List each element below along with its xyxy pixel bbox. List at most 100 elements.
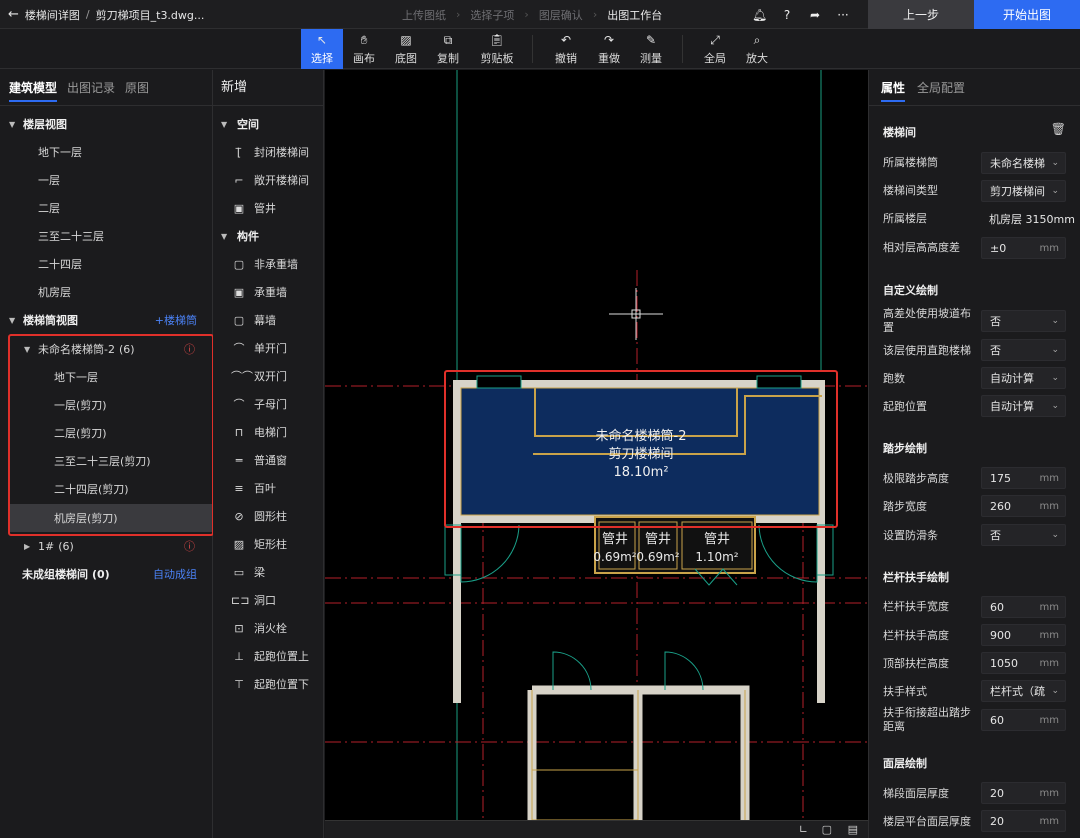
tab-properties[interactable]: 属性 xyxy=(881,79,906,102)
height-diff-input[interactable]: ±0 mm xyxy=(981,237,1066,259)
new-component[interactable]: ⊘ 圆形柱 xyxy=(213,502,324,530)
tool-select[interactable]: ↖ 选择 xyxy=(301,29,343,69)
tool-redo[interactable]: ↷ 重做 xyxy=(588,29,630,69)
caret-down-icon: ▼ xyxy=(24,344,31,354)
ungrouped-header[interactable]: 未成组楼梯间 (0) 自动成组 xyxy=(0,560,213,588)
step-select-item[interactable]: 选择子项 xyxy=(470,7,514,23)
tab-global-config[interactable]: 全局配置 xyxy=(917,79,965,96)
tab-building-model[interactable]: 建筑模型 xyxy=(9,79,58,102)
step-workbench[interactable]: 出图工作台 xyxy=(607,7,662,23)
anti-slip-select[interactable]: 否 ⌄ xyxy=(981,524,1066,546)
step-upload[interactable]: 上传图纸 xyxy=(402,7,446,23)
rail-height-input[interactable]: 900 mm xyxy=(981,624,1066,646)
tool-label: 撤销 xyxy=(555,51,577,65)
floor-item[interactable]: 二十四层 xyxy=(0,250,213,278)
top-rail-height-input[interactable]: 1050 mm xyxy=(981,652,1066,674)
item-label: 普通窗 xyxy=(254,454,287,467)
tool-undo[interactable]: ↶ 撤销 xyxy=(545,29,587,69)
tool-label: 测量 xyxy=(640,51,662,65)
stair-floor-item[interactable]: 二十四层(剪刀) xyxy=(0,475,213,503)
more-icon[interactable]: ··· xyxy=(836,8,850,22)
tab-output-records[interactable]: 出图记录 xyxy=(67,79,115,96)
new-component[interactable]: ▣ 承重墙 xyxy=(213,278,324,306)
floor-item[interactable]: 二层 xyxy=(0,194,213,222)
toolbar-divider xyxy=(532,35,533,63)
trash-icon[interactable]: 🗑︎ xyxy=(1051,122,1066,136)
floor-item[interactable]: 机房层 xyxy=(0,278,213,306)
stair-area-label: 18.10m² xyxy=(613,465,668,480)
stair-group-select[interactable]: 未命名楼梯 ⌄ xyxy=(981,152,1066,174)
stair-group-item[interactable]: ▼ 未命名楼梯筒-2 (6) ⓘ xyxy=(0,335,213,363)
component-header[interactable]: ▼ 构件 xyxy=(213,222,324,250)
tool-fit-all[interactable]: ⤢ 全局 xyxy=(694,29,736,69)
stair-group-item[interactable]: ▶ 1# (6) ⓘ xyxy=(0,532,213,560)
step-width-input[interactable]: 260 mm xyxy=(981,495,1066,517)
floor-view-header[interactable]: ▼ 楼层视图 xyxy=(0,110,213,138)
prev-step-button[interactable]: 上一步 xyxy=(868,0,974,29)
space-header[interactable]: ▼ 空间 xyxy=(213,110,324,138)
new-component[interactable]: ⌒ 子母门 xyxy=(213,390,324,418)
layers-icon[interactable]: ▤ xyxy=(848,823,858,836)
share-icon[interactable]: ➦ xyxy=(808,8,822,22)
new-component[interactable]: ⊏⊐ 洞口 xyxy=(213,586,324,614)
stair-floor-item[interactable]: 二层(剪刀) xyxy=(0,419,213,447)
back-arrow-icon[interactable]: ← xyxy=(8,7,19,22)
new-component[interactable]: ═ 普通窗 xyxy=(213,446,324,474)
new-component[interactable]: ▢ 幕墙 xyxy=(213,306,324,334)
tool-base-map[interactable]: ▨ 底图 xyxy=(385,29,427,69)
new-component[interactable]: ⊓ 电梯门 xyxy=(213,418,324,446)
rail-extension-input[interactable]: 60 mm xyxy=(981,709,1066,731)
add-stair-link[interactable]: +楼梯筒 xyxy=(155,312,197,328)
new-component[interactable]: ▭ 梁 xyxy=(213,558,324,586)
frame-icon[interactable]: ▢ xyxy=(822,823,832,836)
floor-value: 机房层 3150mm xyxy=(981,208,1076,230)
stair-floor-item[interactable]: 地下一层 xyxy=(0,363,213,391)
new-component[interactable]: ⊤ 起跑位置下 xyxy=(213,670,324,698)
new-component[interactable]: ⌒⌒ 双开门 xyxy=(213,362,324,390)
back-link[interactable]: 楼梯间详图 xyxy=(25,7,80,23)
new-component[interactable]: ⊥ 起跑位置上 xyxy=(213,642,324,670)
straight-stair-select[interactable]: 否 ⌄ xyxy=(981,339,1066,361)
stair-floor-item[interactable]: 三至二十三层(剪刀) xyxy=(0,447,213,475)
landing-surface-input[interactable]: 20 mm xyxy=(981,810,1066,832)
auto-group-link[interactable]: 自动成组 xyxy=(153,566,197,582)
stair-floor-item[interactable]: 一层(剪刀) xyxy=(0,391,213,419)
properties-tabs: 属性 全局配置 xyxy=(869,70,1080,106)
new-closed-stair[interactable]: ⌊̅ 封闭楼梯间 xyxy=(213,138,324,166)
door-swing xyxy=(758,524,818,583)
rail-style-select[interactable]: 栏杆式（疏 ⌄ xyxy=(981,680,1066,702)
tab-original[interactable]: 原图 xyxy=(125,79,149,96)
flight-surface-input[interactable]: 20 mm xyxy=(981,782,1066,804)
rail-width-input[interactable]: 60 mm xyxy=(981,596,1066,618)
tool-zoom-in[interactable]: ⌕ 放大 xyxy=(736,29,778,69)
max-step-height-input[interactable]: 175 mm xyxy=(981,467,1066,489)
floor-item[interactable]: 地下一层 xyxy=(0,138,213,166)
step-layer-confirm[interactable]: 图层确认 xyxy=(539,7,583,23)
ramp-select[interactable]: 否 ⌄ xyxy=(981,310,1066,332)
new-component[interactable]: ▢ 非承重墙 xyxy=(213,250,324,278)
floor-item[interactable]: 三至二十三层 xyxy=(0,222,213,250)
tool-copy[interactable]: ⧉ 复制 xyxy=(427,29,469,69)
run-count-select[interactable]: 自动计算 ⌄ xyxy=(981,367,1066,389)
start-output-button[interactable]: 开始出图 xyxy=(974,0,1080,29)
tool-measure[interactable]: ✎ 测量 xyxy=(630,29,672,69)
new-component[interactable]: ⌒ 单开门 xyxy=(213,334,324,362)
drawing-canvas[interactable]: 管井 0.69m² 管井 0.69m² 管井 1.10m² 未命名楼梯筒-2 剪… xyxy=(325,70,868,838)
floor-item[interactable]: 一层 xyxy=(0,166,213,194)
start-position-select[interactable]: 自动计算 ⌄ xyxy=(981,395,1066,417)
stair-type-select[interactable]: 剪刀楼梯间 ⌄ xyxy=(981,180,1066,202)
bell-icon[interactable]: 🔔︎ xyxy=(752,8,767,22)
caret-right-icon: ▶ xyxy=(24,541,31,551)
new-component[interactable]: ⊡ 消火栓 xyxy=(213,614,324,642)
new-component[interactable]: ▨ 矩形柱 xyxy=(213,530,324,558)
tool-clipboard[interactable]: 📋︎ 剪贴板 xyxy=(474,29,520,69)
help-icon[interactable]: ? xyxy=(780,8,794,22)
new-component[interactable]: ≡ 百叶 xyxy=(213,474,324,502)
axis-icon[interactable]: ∟ xyxy=(799,823,808,836)
stair-view-header[interactable]: ▼ 楼梯筒视图 +楼梯筒 xyxy=(0,306,213,334)
prop-label: 该层使用直跑楼梯 xyxy=(883,344,971,357)
new-open-stair[interactable]: ⌐ 敞开楼梯间 xyxy=(213,166,324,194)
stair-floor-item-selected[interactable]: 机房层(剪刀) xyxy=(10,504,212,532)
tool-canvas[interactable]: ✋︎ 画布 xyxy=(343,29,385,69)
new-shaft[interactable]: ▣ 管井 xyxy=(213,194,324,222)
